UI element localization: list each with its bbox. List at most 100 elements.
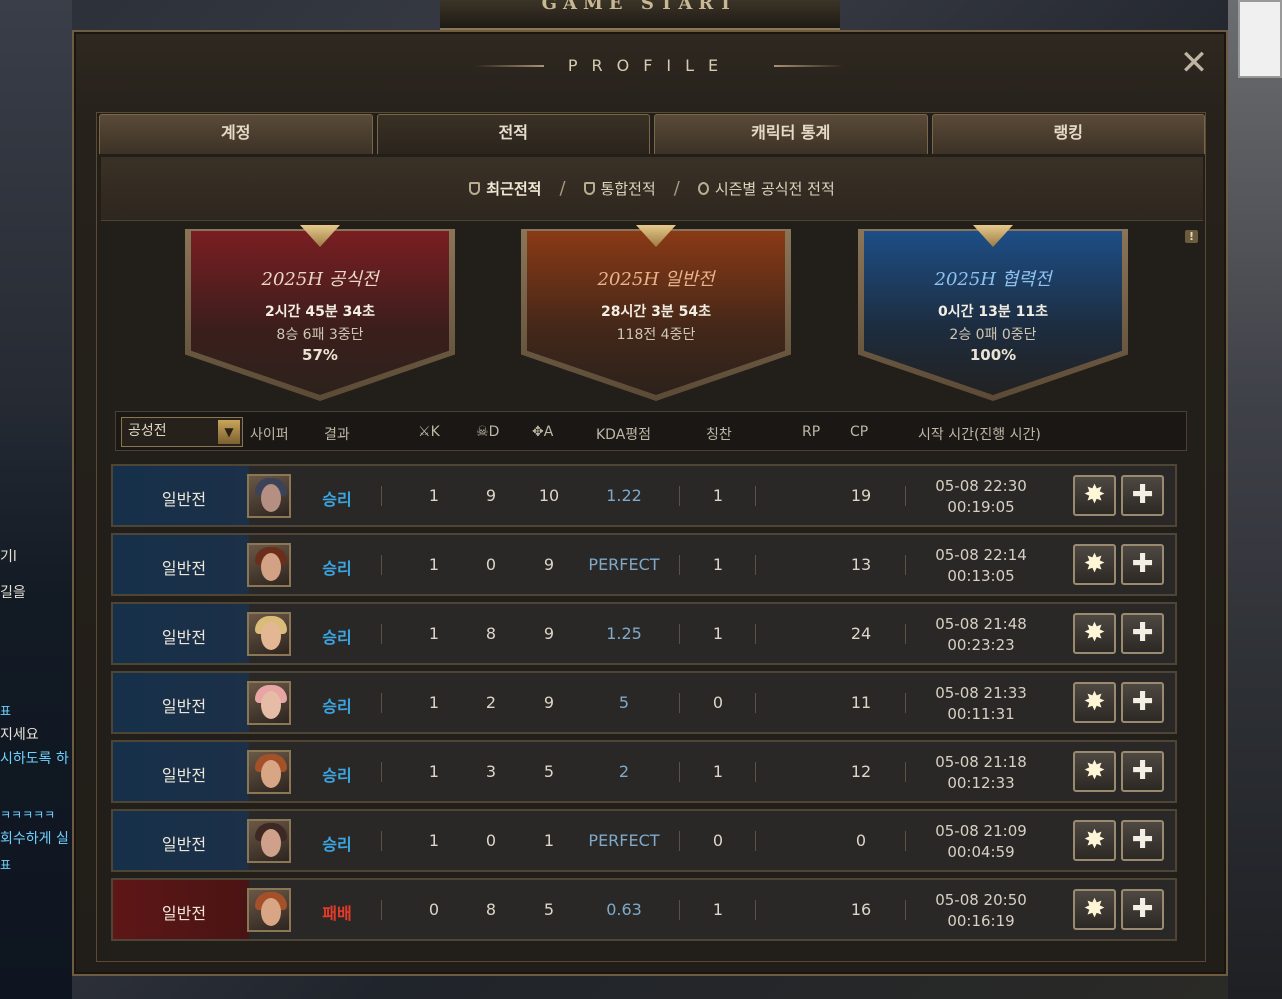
cp-value: 16 — [850, 900, 872, 919]
shield-icon — [583, 182, 595, 195]
tab-record[interactable]: 전적 — [376, 114, 650, 154]
burst-icon: ✸ — [1083, 756, 1106, 786]
burst-button[interactable]: ✸ — [1073, 544, 1116, 585]
mode-filter-select[interactable]: 공성전 ▼ — [121, 417, 243, 447]
deaths: 8 — [485, 624, 497, 643]
praise-count: 1 — [712, 624, 724, 643]
add-button[interactable]: ✚ — [1121, 544, 1164, 585]
match-result: 승리 — [322, 628, 352, 647]
plus-icon: ✚ — [1131, 756, 1154, 786]
chat-line: 표 — [0, 704, 12, 718]
cp-value: 0 — [855, 831, 867, 850]
cypher-portrait[interactable] — [247, 474, 291, 518]
game-background-right — [1228, 0, 1282, 999]
start-time: 05-08 20:50 00:16:19 — [935, 891, 1027, 930]
cypher-portrait[interactable] — [247, 543, 291, 587]
plus-icon: ✚ — [1131, 687, 1154, 717]
table-row[interactable]: 일반전 승리 1 0 9 PERFECT 1 13 05-08 22:14 00:… — [111, 533, 1177, 596]
deaths: 2 — [485, 693, 497, 712]
header-a: ✥A — [532, 424, 554, 440]
close-button[interactable]: ✕ — [1178, 46, 1210, 80]
plus-icon: ✚ — [1131, 549, 1154, 579]
burst-button[interactable]: ✸ — [1073, 889, 1116, 930]
deaths: 9 — [485, 486, 497, 505]
shield-icon — [469, 182, 481, 195]
kills: 1 — [428, 831, 440, 850]
profile-content: 계정 전적 캐릭터 통계 랭킹 최근전적 / 통합전적 / 시즌별 공식전 전적 — [96, 112, 1206, 962]
subnav-season-record[interactable]: 시즌별 공식전 전적 — [697, 178, 835, 199]
table-row[interactable]: 일반전 승리 1 2 9 5 0 11 05-08 21:33 00:11:31 … — [111, 671, 1177, 734]
plus-icon: ✚ — [1131, 618, 1154, 648]
start-time: 05-08 21:33 00:11:31 — [935, 684, 1027, 723]
summary-coop: 2025H 협력전 0시간 13분 11초 2승 0패 0중단 100% — [858, 225, 1128, 401]
add-button[interactable]: ✚ — [1121, 475, 1164, 516]
kills: 1 — [428, 624, 440, 643]
summary-record: 118전 4중단 — [616, 327, 696, 343]
burst-button[interactable]: ✸ — [1073, 613, 1116, 654]
kda-rating: 1.25 — [606, 624, 642, 643]
summary-record: 2승 0패 0중단 — [949, 327, 1037, 343]
chat-line: 지세요 — [0, 727, 39, 743]
summary-time: 2시간 45분 34초 — [265, 304, 375, 320]
tab-bar: 계정 전적 캐릭터 통계 랭킹 — [99, 114, 1205, 156]
summary-record: 8승 6패 3중단 — [276, 327, 364, 343]
tab-ranking[interactable]: 랭킹 — [931, 114, 1205, 154]
match-result: 승리 — [322, 835, 352, 854]
header-d: ☠D — [476, 424, 500, 440]
deaths: 0 — [485, 831, 497, 850]
add-button[interactable]: ✚ — [1121, 613, 1164, 654]
burst-icon: ✸ — [1083, 687, 1106, 717]
summary-normal: 2025H 일반전 28시간 3분 54초 118전 4중단 — [521, 225, 791, 401]
match-type: 일반전 — [161, 490, 207, 509]
burst-button[interactable]: ✸ — [1073, 682, 1116, 723]
cypher-portrait[interactable] — [247, 888, 291, 932]
chat-line: 시하도록 하 — [0, 751, 69, 767]
cypher-portrait[interactable] — [247, 681, 291, 725]
add-button[interactable]: ✚ — [1121, 751, 1164, 792]
subnav-recent-record[interactable]: 최근전적 — [469, 178, 541, 199]
subnav-label: 최근전적 — [486, 180, 542, 198]
assists: 9 — [543, 624, 555, 643]
add-button[interactable]: ✚ — [1121, 820, 1164, 861]
kills: 1 — [428, 486, 440, 505]
match-result: 승리 — [322, 559, 352, 578]
header-start-time: 시작 시간(진행 시간) — [918, 427, 1041, 443]
burst-button[interactable]: ✸ — [1073, 751, 1116, 792]
record-subnav: 최근전적 / 통합전적 / 시즌별 공식전 전적 — [101, 157, 1203, 221]
add-button[interactable]: ✚ — [1121, 889, 1164, 930]
table-row[interactable]: 일반전 패배 0 8 5 0.63 1 16 05-08 20:50 00:16:… — [111, 878, 1177, 941]
profile-window: PROFILE ✕ 계정 전적 캐릭터 통계 랭킹 최근전적 / 통합전적 / … — [72, 30, 1228, 976]
header-cp: CP — [850, 424, 869, 440]
burst-button[interactable]: ✸ — [1073, 475, 1116, 516]
cypher-portrait[interactable] — [247, 750, 291, 794]
kills: 1 — [428, 762, 440, 781]
cypher-portrait[interactable] — [247, 819, 291, 863]
summary-rate: 100% — [969, 346, 1017, 364]
table-row[interactable]: 일반전 승리 1 8 9 1.25 1 24 05-08 21:48 00:23:… — [111, 602, 1177, 665]
cypher-portrait[interactable] — [247, 612, 291, 656]
praise-count: 1 — [712, 486, 724, 505]
burst-button[interactable]: ✸ — [1073, 820, 1116, 861]
deaths: 3 — [485, 762, 497, 781]
burst-icon: ✸ — [1083, 618, 1106, 648]
table-row[interactable]: 일반전 승리 1 9 10 1.22 1 19 05-08 22:30 00:19… — [111, 464, 1177, 527]
add-button[interactable]: ✚ — [1121, 682, 1164, 723]
praise-count: 0 — [712, 831, 724, 850]
alert-icon[interactable]: ! — [1185, 230, 1198, 243]
subnav-total-record[interactable]: 통합전적 — [583, 178, 656, 199]
match-result: 패배 — [322, 904, 352, 923]
tab-account[interactable]: 계정 — [99, 114, 373, 154]
summary-official: 2025H 공식전 2시간 45분 34초 8승 6패 3중단 57% — [185, 225, 455, 401]
tab-character-stats[interactable]: 캐릭터 통계 — [654, 114, 928, 154]
summary-time: 28시간 3분 54초 — [601, 304, 711, 320]
kda-rating: PERFECT — [588, 831, 660, 850]
match-type: 일반전 — [161, 835, 207, 854]
kda-rating: 2 — [618, 762, 630, 781]
table-row[interactable]: 일반전 승리 1 3 5 2 1 12 05-08 21:18 00:12:33 … — [111, 740, 1177, 803]
filter-value: 공성전 — [128, 423, 167, 439]
match-result: 승리 — [322, 766, 352, 785]
table-row[interactable]: 일반전 승리 1 0 1 PERFECT 0 0 05-08 21:09 00:0… — [111, 809, 1177, 872]
subnav-label: 시즌별 공식전 전적 — [714, 180, 835, 198]
chat-line: 기l — [0, 549, 17, 565]
deaths: 8 — [485, 900, 497, 919]
